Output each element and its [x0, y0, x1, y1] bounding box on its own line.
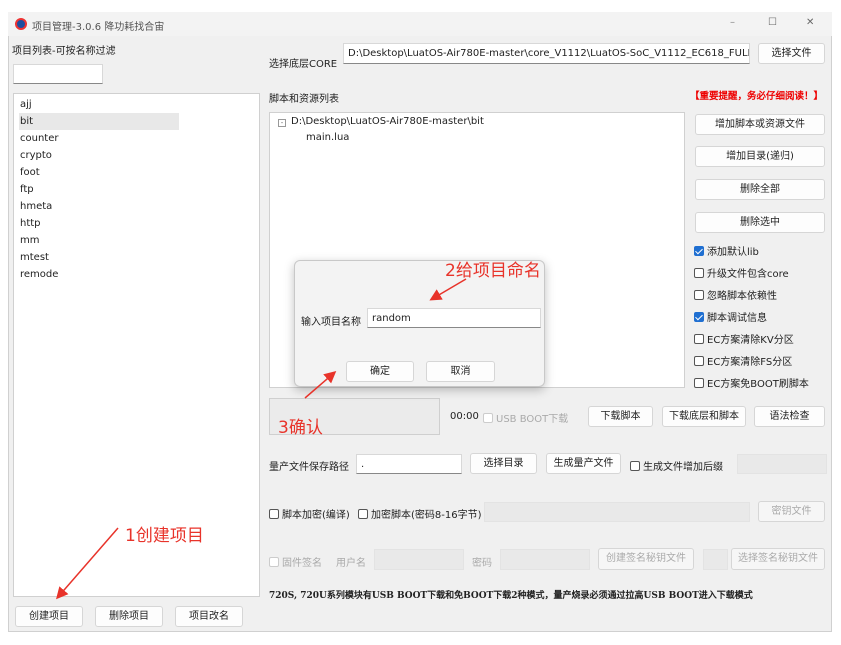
- annotation-step3: 3确认: [278, 418, 323, 438]
- arrow-step2: [429, 278, 467, 301]
- annotation-step2: 2给项目命名: [445, 261, 541, 281]
- annotation-step1: 1创建项目: [125, 526, 204, 546]
- arrow-step1: [56, 527, 119, 600]
- arrow-step3: [304, 371, 337, 399]
- annotation-arrows: [56, 278, 467, 600]
